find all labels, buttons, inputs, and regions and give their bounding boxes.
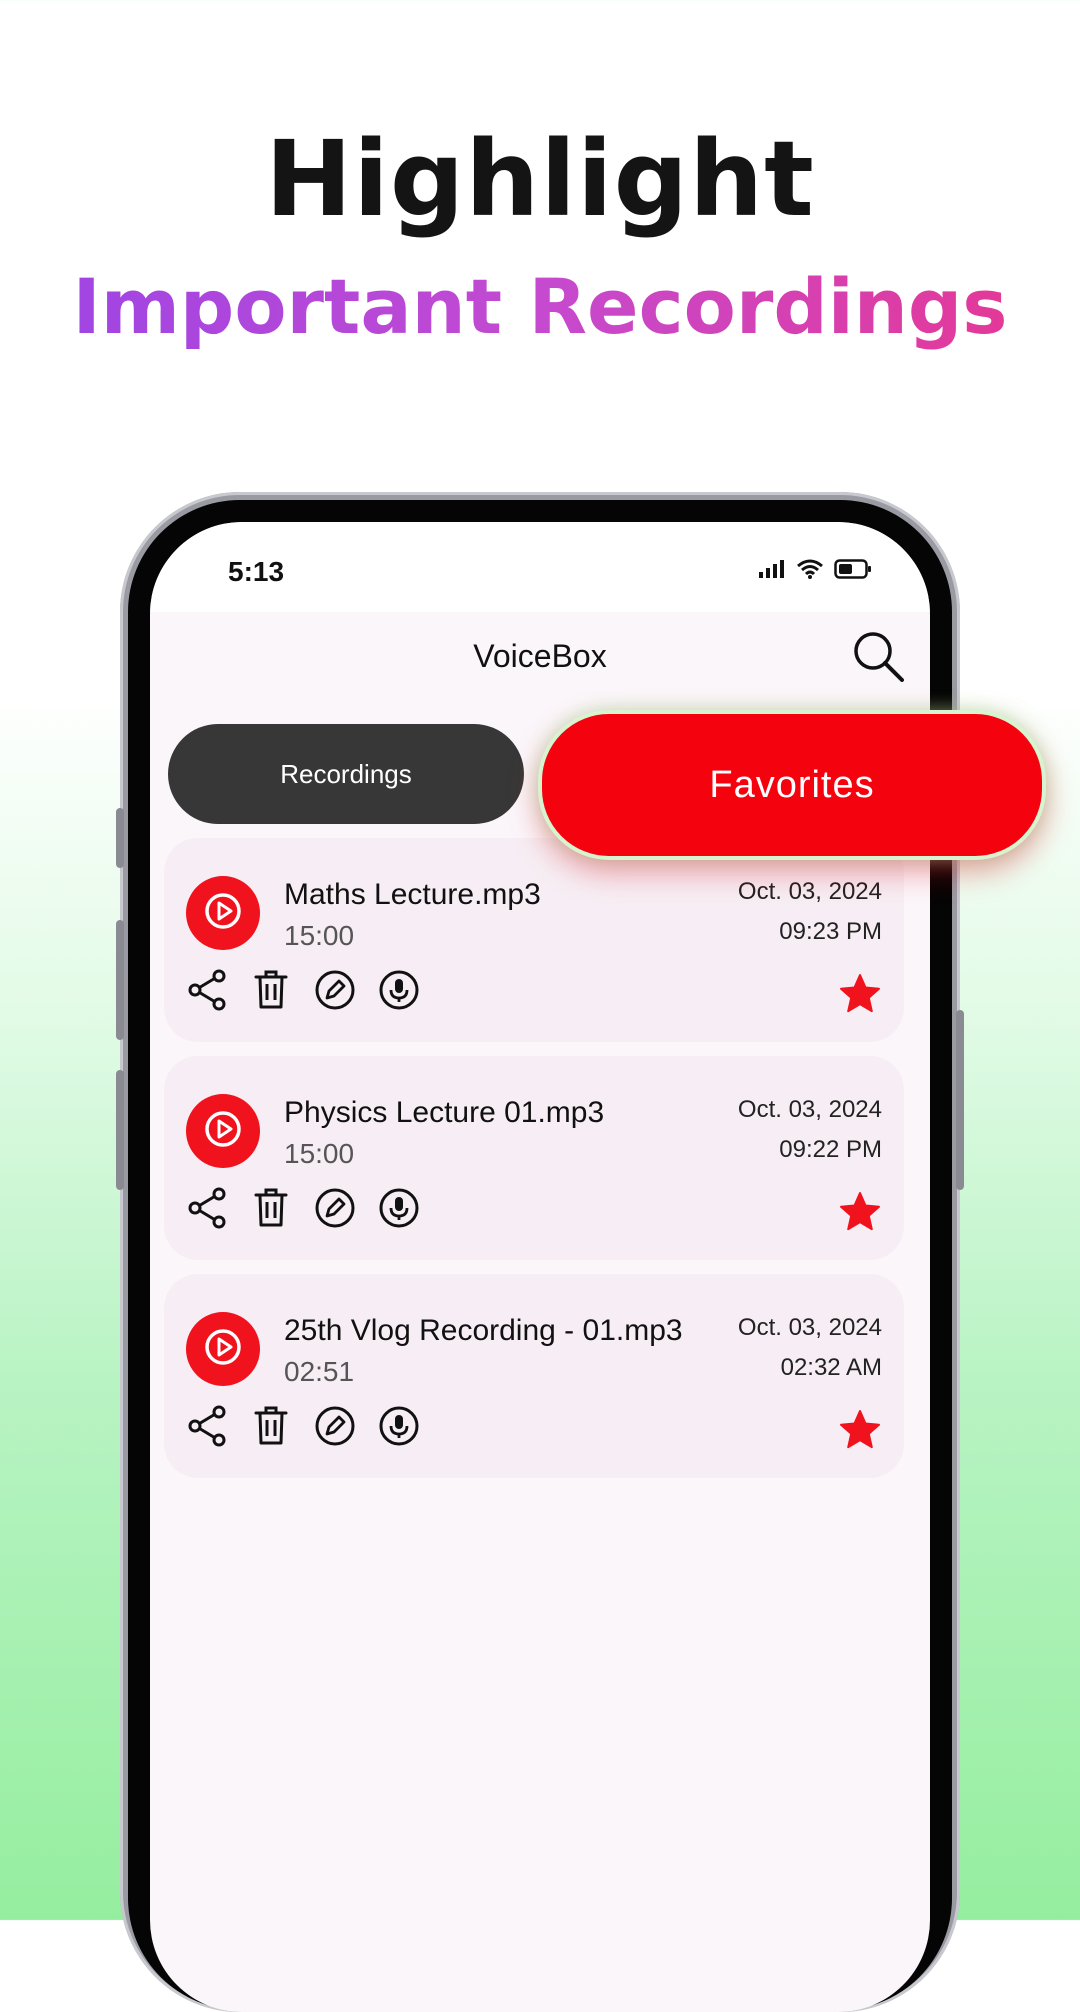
share-button[interactable]: [186, 1405, 228, 1452]
recording-date: Oct. 03, 2024: [737, 1314, 882, 1341]
recording-name: Maths Lecture.mp3: [284, 878, 541, 911]
delete-button[interactable]: [250, 1406, 292, 1450]
recording-name: 25th Vlog Recording - 01.mp3: [284, 1314, 683, 1347]
tab-recordings[interactable]: Recordings: [168, 724, 524, 824]
recording-name: Physics Lecture 01.mp3: [284, 1096, 605, 1129]
search-icon: [850, 632, 906, 688]
recording-actions: [186, 969, 420, 1016]
edit-button[interactable]: [314, 1188, 356, 1232]
recording-time: 09:22 PM: [779, 1136, 882, 1163]
favorite-toggle[interactable]: [838, 972, 882, 1016]
recording-card[interactable]: 25th Vlog Recording - 01.mp3 02:51 Oct. …: [164, 1274, 904, 1478]
edit-button[interactable]: [314, 1406, 356, 1450]
phone-side-button: [116, 920, 124, 1040]
recording-time: 02:32 AM: [780, 1354, 882, 1381]
delete-button[interactable]: [250, 970, 292, 1014]
share-icon: [187, 1187, 227, 1234]
share-icon: [187, 1405, 227, 1452]
play-button[interactable]: [186, 876, 260, 950]
voice-button[interactable]: [378, 970, 420, 1014]
recording-time: 09:23 PM: [779, 918, 882, 945]
tab-favorites[interactable]: Favorites: [538, 710, 1046, 860]
play-button[interactable]: [186, 1094, 260, 1168]
recording-duration: 15:00: [284, 920, 355, 951]
microphone-icon: [378, 1405, 420, 1452]
status-time: 5:13: [228, 556, 285, 587]
share-button[interactable]: [186, 969, 228, 1016]
status-icons: [758, 558, 872, 585]
delete-icon: [254, 1405, 288, 1452]
recording-date: Oct. 03, 2024: [737, 1096, 882, 1123]
star-icon: [838, 974, 882, 1020]
promo-subheadline: Important Recordings: [0, 262, 1080, 351]
recording-actions: [186, 1187, 420, 1234]
recording-duration: 02:51: [284, 1356, 355, 1387]
signal-icon: [758, 559, 786, 584]
wifi-icon: [796, 558, 824, 585]
voice-button[interactable]: [378, 1188, 420, 1232]
search-button[interactable]: [850, 628, 906, 684]
play-icon: [203, 1109, 243, 1154]
phone-side-button: [956, 1010, 964, 1190]
play-icon: [203, 891, 243, 936]
battery-icon: [834, 558, 872, 585]
recording-duration: 15:00: [284, 1138, 355, 1169]
recording-actions: [186, 1405, 420, 1452]
play-button[interactable]: [186, 1312, 260, 1386]
favorite-toggle[interactable]: [838, 1190, 882, 1234]
star-icon: [838, 1410, 882, 1456]
microphone-icon: [378, 1187, 420, 1234]
delete-button[interactable]: [250, 1188, 292, 1232]
edit-icon: [314, 1405, 356, 1452]
edit-icon: [314, 1187, 356, 1234]
recording-card[interactable]: Physics Lecture 01.mp3 15:00 Oct. 03, 20…: [164, 1056, 904, 1260]
recording-card[interactable]: Maths Lecture.mp3 15:00 Oct. 03, 2024 09…: [164, 838, 904, 1042]
app-title: VoiceBox: [473, 638, 607, 674]
microphone-icon: [378, 969, 420, 1016]
share-icon: [187, 969, 227, 1016]
voice-button[interactable]: [378, 1406, 420, 1450]
phone-side-button: [116, 808, 124, 868]
delete-icon: [254, 969, 288, 1016]
promo-headline: Highlight: [265, 118, 815, 240]
phone-side-button: [116, 1070, 124, 1190]
star-icon: [838, 1192, 882, 1238]
edit-button[interactable]: [314, 970, 356, 1014]
share-button[interactable]: [186, 1187, 228, 1234]
favorite-toggle[interactable]: [838, 1408, 882, 1452]
recording-date: Oct. 03, 2024: [737, 878, 882, 905]
edit-icon: [314, 969, 356, 1016]
delete-icon: [254, 1187, 288, 1234]
status-bar: 5:13: [150, 522, 930, 612]
play-icon: [203, 1327, 243, 1372]
